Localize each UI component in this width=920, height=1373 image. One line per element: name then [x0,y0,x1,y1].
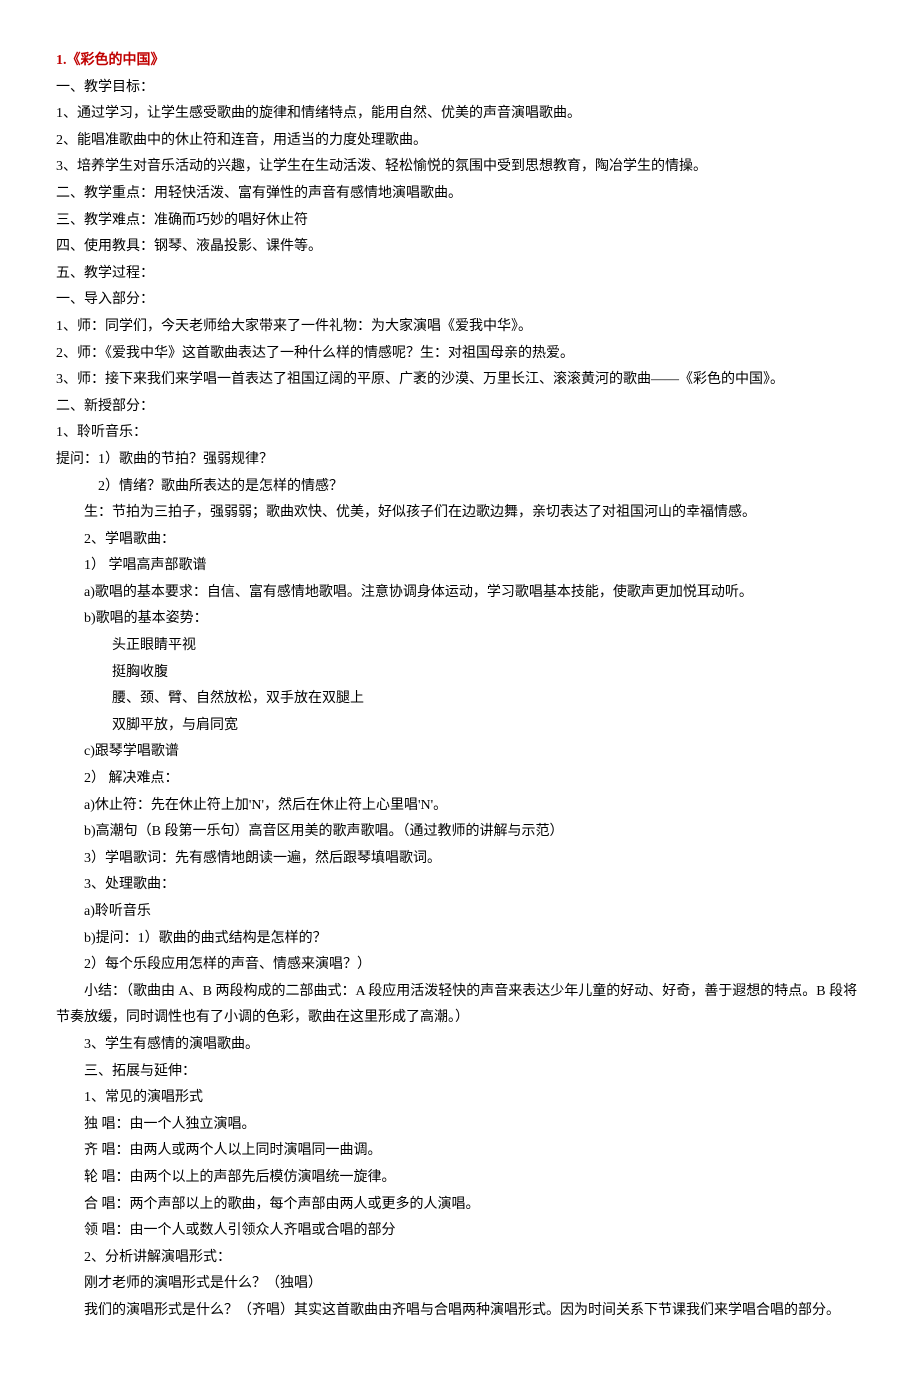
form-chorus-label: 合 唱： [84,1197,130,1212]
part1-item-1: 1、师：同学们，今天老师给大家带来了一件礼物：为大家演唱《爱我中华》。 [56,314,864,341]
section-objectives-header: 一、教学目标： [56,75,864,102]
form-unison: 齐 唱：由两人或两个人以上同时演唱同一曲调。 [56,1138,864,1165]
posture-3: 腰、颈、臂、自然放松，双手放在双腿上 [56,686,864,713]
part3-header: 三、拓展与延伸： [56,1059,864,1086]
form-lead: 领 唱：由一个人或数人引领众人齐唱或合唱的部分 [56,1218,864,1245]
form-chorus-desc: 两个声部以上的歌曲，每个声部由两人或更多的人演唱。 [130,1197,480,1212]
part3-item-2: 2、分析讲解演唱形式： [56,1245,864,1272]
posture-1: 头正眼睛平视 [56,633,864,660]
item-a1: a)歌唱的基本要求：自信、富有感情地歌唱。注意协调身体运动，学习歌唱基本技能，使… [56,580,864,607]
form-lead-label: 领 唱： [84,1223,130,1238]
form-round: 轮 唱：由两个以上的声部先后模仿演唱统一旋律。 [56,1165,864,1192]
form-chorus: 合 唱：两个声部以上的歌曲，每个声部由两人或更多的人演唱。 [56,1192,864,1219]
posture-4: 双脚平放，与肩同宽 [56,713,864,740]
objective-2: 2、能唱准歌曲中的休止符和连音，用适当的力度处理歌曲。 [56,128,864,155]
form-round-label: 轮 唱： [84,1170,130,1185]
form-lead-desc: 由一个人或数人引领众人齐唱或合唱的部分 [130,1223,396,1238]
form-solo-desc: 由一个人独立演唱。 [130,1117,256,1132]
student-answer: 生：节拍为三拍子，强弱弱；歌曲欢快、优美，好似孩子们在边歌边舞，亲切表达了对祖国… [56,500,864,527]
section-focus: 二、教学重点：用轻快活泼、富有弹性的声音有感情地演唱歌曲。 [56,181,864,208]
part1-item-3: 3、师：接下来我们来学唱一首表达了祖国辽阔的平原、广袤的沙漠、万里长江、滚滚黄河… [56,367,864,394]
sub-item-2: 2） 解决难点： [56,766,864,793]
form-round-desc: 由两个以上的声部先后模仿演唱统一旋律。 [130,1170,396,1185]
objective-3: 3、培养学生对音乐活动的兴趣，让学生在生动活泼、轻松愉悦的氛围中受到思想教育，陶… [56,154,864,181]
item-b3: b)提问：1）歌曲的曲式结构是怎样的？ [56,926,864,953]
objective-1: 1、通过学习，让学生感受歌曲的旋律和情绪特点，能用自然、优美的声音演唱歌曲。 [56,101,864,128]
lesson-title: 1.《彩色的中国》 [56,48,864,75]
item-c1: c)跟琴学唱歌谱 [56,739,864,766]
section-difficulty: 三、教学难点：准确而巧妙的唱好休止符 [56,208,864,235]
part1-item-2: 2、师：《爱我中华》这首歌曲表达了一种什么样的情感呢？生：对祖国母亲的热爱。 [56,341,864,368]
item-a3: a)聆听音乐 [56,899,864,926]
part1-header: 一、导入部分： [56,287,864,314]
form-unison-label: 齐 唱： [84,1143,130,1158]
section-process: 五、教学过程： [56,261,864,288]
part3-item-2a: 刚才老师的演唱形式是什么？（独唱） [56,1271,864,1298]
sub-item-3: 3）学唱歌词：先有感情地朗读一遍，然后跟琴填唱歌词。 [56,846,864,873]
part2-item-3: 3、处理歌曲： [56,872,864,899]
section-tools: 四、使用教具：钢琴、液晶投影、课件等。 [56,234,864,261]
item-b1: b)歌唱的基本姿势： [56,606,864,633]
part2-item-4: 3、学生有感情的演唱歌曲。 [56,1032,864,1059]
form-solo: 独 唱：由一个人独立演唱。 [56,1112,864,1139]
question-2: 2）情绪？歌曲所表达的是怎样的情感？ [56,474,864,501]
form-solo-label: 独 唱： [84,1117,130,1132]
form-unison-desc: 由两人或两个人以上同时演唱同一曲调。 [130,1143,382,1158]
item-b2: b)高潮句（B 段第一乐句）高音区用美的歌声歌唱。（通过教师的讲解与示范） [56,819,864,846]
item-a2: a)休止符：先在休止符上加'N'，然后在休止符上心里唱'N'。 [56,793,864,820]
part2-item-2: 2、学唱歌曲： [56,527,864,554]
question-header: 提问：1）歌曲的节拍？强弱规律？ [56,447,864,474]
part2-item-1: 1、聆听音乐： [56,420,864,447]
posture-2: 挺胸收腹 [56,660,864,687]
item-b3-2: 2）每个乐段应用怎样的声音、情感来演唱？） [56,952,864,979]
summary: 小结：（歌曲由 A、B 两段构成的二部曲式：A 段应用活泼轻快的声音来表达少年儿… [56,979,864,1032]
sub-item-1: 1） 学唱高声部歌谱 [56,553,864,580]
part3-item-1: 1、常见的演唱形式 [56,1085,864,1112]
part2-header: 二、新授部分： [56,394,864,421]
